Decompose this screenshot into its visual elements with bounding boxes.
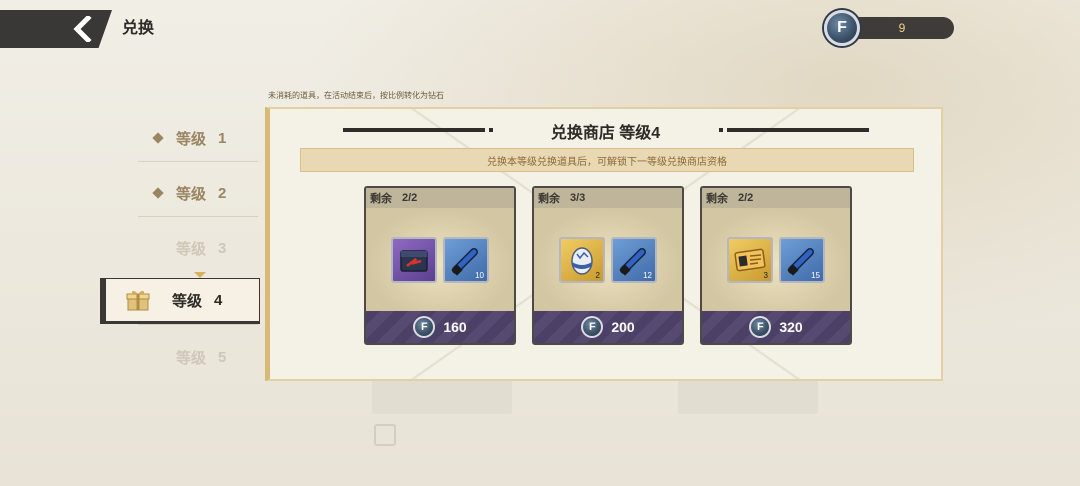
exchange-coin-icon: F	[749, 316, 772, 338]
offer-items: 2 12	[534, 208, 682, 311]
divider	[138, 216, 258, 217]
supply-box-icon	[400, 249, 428, 272]
exchange-coin-icon: F	[581, 316, 604, 338]
gift-icon	[126, 290, 150, 311]
offer-price: 320	[779, 319, 803, 335]
level-number: 5	[218, 348, 227, 366]
page-title: 兑换	[122, 20, 155, 37]
item-quantity: 3	[763, 270, 768, 280]
offer-card-3[interactable]: 剩余 2/2 3 15 F 320	[700, 186, 852, 345]
back-button[interactable]	[0, 10, 112, 48]
divider	[138, 324, 258, 325]
offer-card-2[interactable]: 剩余 3/3 2 12 F 200	[532, 186, 684, 345]
buy-button[interactable]: F 200	[534, 311, 682, 343]
item-quantity: 12	[643, 270, 652, 280]
unlock-hint-text: 兑换本等级兑换道具后，可解锁下一等级兑换商店资格	[487, 156, 727, 168]
level-tab-5[interactable]: 等级 5	[138, 334, 258, 380]
level-number: 4	[214, 291, 223, 309]
level-number: 2	[218, 184, 227, 202]
remaining-count: 3/3	[570, 192, 586, 204]
offer-items: 3 15	[702, 208, 850, 311]
remaining-label: 剩余	[706, 193, 728, 205]
buy-button[interactable]: F 160	[366, 311, 514, 343]
offer-price: 160	[443, 319, 467, 335]
remaining-label: 剩余	[370, 193, 392, 205]
diamond-bullet-icon	[152, 187, 164, 199]
level-tab-3[interactable]: 等级 3	[138, 225, 258, 271]
unlock-hint-bar: 兑换本等级兑换道具后，可解锁下一等级兑换商店资格	[300, 148, 914, 172]
background-faded-checkbox	[374, 424, 396, 446]
item-slot[interactable]: 10	[443, 236, 489, 283]
level-number: 1	[218, 129, 227, 147]
offer-card-1[interactable]: 剩余 2/2 10 F 160	[364, 186, 516, 345]
item-slot[interactable]: 12	[611, 236, 657, 283]
divider	[138, 161, 258, 162]
level-label: 等级	[176, 185, 207, 203]
shop-title: 兑换商店 等级4	[550, 125, 661, 142]
item-quantity: 15	[811, 270, 820, 280]
exchange-coin-icon: F	[413, 316, 436, 338]
level-tab-4[interactable]: 等级 4	[100, 278, 260, 322]
background-faded-tab	[372, 376, 512, 414]
offer-remaining: 剩余 2/2	[702, 188, 850, 208]
level-label: 等级	[172, 292, 203, 310]
offer-items: 10	[366, 208, 514, 311]
level-label: 等级	[176, 349, 207, 367]
buy-button[interactable]: F 320	[702, 311, 850, 343]
item-slot[interactable]: 3	[727, 236, 773, 283]
remaining-count: 2/2	[402, 192, 418, 204]
diamond-bullet-icon	[152, 132, 164, 144]
background-faded-tab	[678, 376, 818, 414]
level-tab-2[interactable]: 等级 2	[138, 170, 258, 216]
offer-price: 200	[611, 319, 635, 335]
level-label: 等级	[176, 130, 207, 148]
level-tab-1[interactable]: 等级 1	[138, 115, 258, 161]
back-chevron-icon	[73, 16, 92, 42]
offer-remaining: 剩余 3/3	[534, 188, 682, 208]
item-quantity: 10	[475, 270, 484, 280]
level-number: 3	[218, 239, 227, 257]
remaining-count: 2/2	[738, 192, 754, 204]
item-slot[interactable]	[391, 236, 437, 283]
item-quantity: 2	[595, 270, 600, 280]
exchange-coin-icon: F	[824, 10, 860, 46]
level-label: 等级	[176, 240, 207, 258]
item-slot[interactable]: 2	[559, 236, 605, 283]
offer-remaining: 剩余 2/2	[366, 188, 514, 208]
exchange-shop-panel: 兑换商店 等级4 兑换本等级兑换道具后，可解锁下一等级兑换商店资格 剩余 2/2	[265, 107, 943, 381]
item-slot[interactable]: 15	[779, 236, 825, 283]
conversion-notice: 未消耗的道具，在活动结束后，按比例转化为钻石	[268, 91, 444, 100]
currency-amount: 9	[898, 21, 906, 35]
remaining-label: 剩余	[538, 193, 560, 205]
